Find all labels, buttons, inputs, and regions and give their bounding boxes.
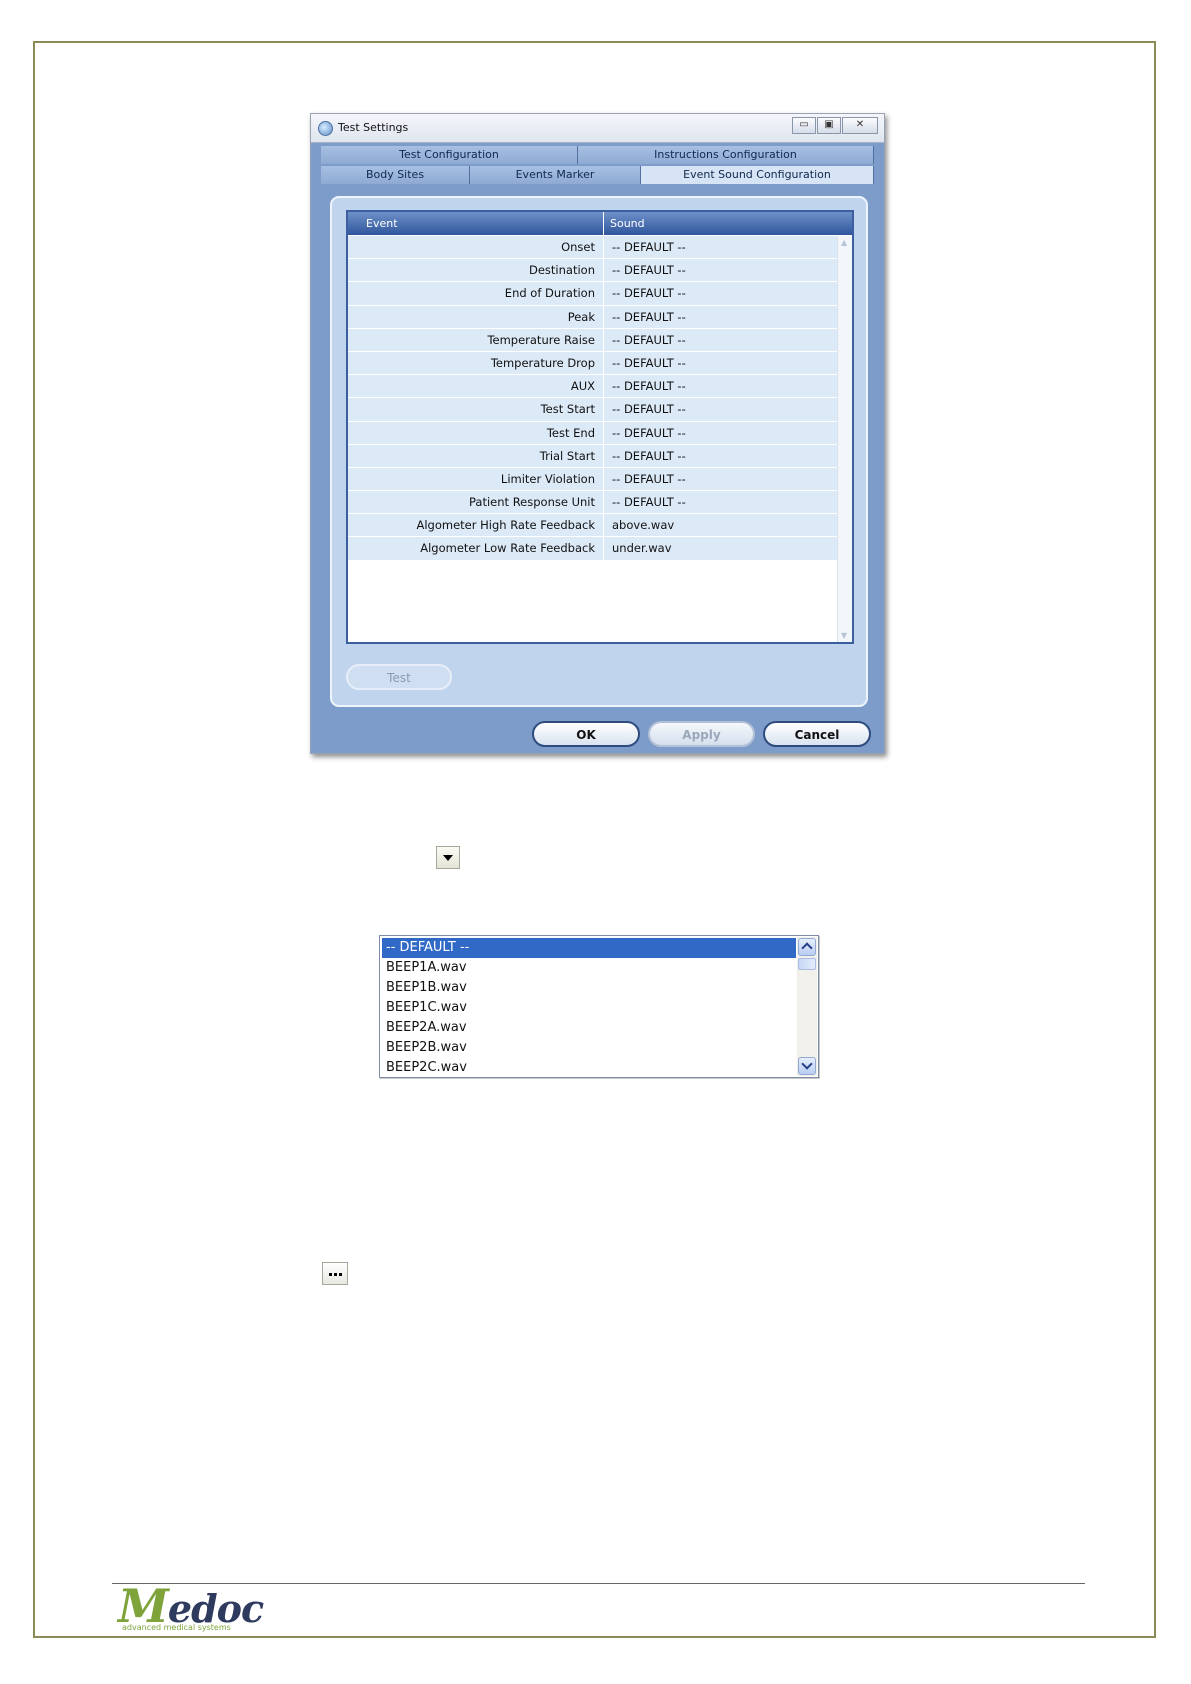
list-scroll-thumb[interactable] — [798, 958, 816, 970]
minimize-icon[interactable]: ▭ — [792, 117, 816, 134]
cancel-button[interactable]: Cancel — [763, 721, 871, 747]
table-row[interactable]: Test End -- DEFAULT -- — [348, 421, 840, 445]
grid-scrollbar[interactable]: ▲ ▼ — [837, 236, 852, 642]
event-cell: Destination — [348, 259, 604, 282]
window-controls: ▭ ▣ ✕ — [791, 117, 878, 134]
tab-instructions-configuration[interactable]: Instructions Configuration — [578, 146, 874, 164]
event-cell: AUX — [348, 375, 604, 398]
table-row[interactable]: Algometer Low Rate Feedback under.wav — [348, 537, 840, 561]
column-header-sound[interactable]: Sound — [604, 212, 852, 235]
list-item[interactable]: BEEP1C.wav — [382, 998, 796, 1018]
table-row[interactable]: Test Start -- DEFAULT -- — [348, 398, 840, 422]
tab-test-configuration[interactable]: Test Configuration — [321, 146, 578, 164]
table-row[interactable]: Destination -- DEFAULT -- — [348, 259, 840, 283]
table-row[interactable]: Patient Response Unit -- DEFAULT -- — [348, 491, 840, 515]
sound-list-box[interactable]: -- DEFAULT -- BEEP1A.wav BEEP1B.wav BEEP1C.… — [379, 935, 819, 1078]
sound-cell[interactable]: -- DEFAULT -- — [604, 282, 840, 304]
event-cell: End of Duration — [348, 282, 604, 305]
table-row[interactable]: Trial Start -- DEFAULT -- — [348, 444, 840, 468]
event-cell: Patient Response Unit — [348, 491, 604, 514]
title-bar[interactable]: Test Settings ▭ ▣ ✕ — [311, 114, 884, 143]
grid-body: Onset -- DEFAULT -- Destination -- DEFAULT … — [348, 236, 840, 561]
list-item[interactable]: -- DEFAULT -- — [382, 938, 796, 958]
event-cell: Temperature Drop — [348, 351, 604, 375]
window-title: Test Settings — [338, 121, 409, 134]
sound-cell[interactable]: -- DEFAULT -- — [604, 491, 840, 513]
event-cell: Test End — [348, 421, 604, 444]
tab-body-sites[interactable]: Body Sites — [321, 166, 470, 184]
table-row[interactable]: Limiter Violation -- DEFAULT -- — [348, 467, 840, 492]
event-cell: Test Start — [348, 398, 604, 421]
event-cell: Algometer High Rate Feedback — [348, 514, 604, 537]
maximize-icon[interactable]: ▣ — [817, 117, 841, 134]
sound-cell[interactable]: -- DEFAULT -- — [604, 398, 840, 420]
app-icon — [318, 121, 333, 136]
close-icon[interactable]: ✕ — [842, 117, 878, 134]
dropdown-arrow-icon[interactable] — [436, 846, 460, 869]
scroll-down-icon[interactable]: ▼ — [841, 631, 847, 640]
list-item[interactable]: BEEP1A.wav — [382, 958, 796, 978]
medoc-logo: Medoc advanced medical systems — [116, 1583, 264, 1632]
table-row[interactable]: Temperature Drop -- DEFAULT -- — [348, 351, 840, 376]
table-row[interactable]: Algometer High Rate Feedback above.wav — [348, 514, 840, 538]
table-row[interactable]: End of Duration -- DEFAULT -- — [348, 282, 840, 306]
test-button[interactable]: Test — [346, 664, 452, 690]
sound-cell[interactable]: above.wav — [604, 514, 840, 536]
sound-cell[interactable]: -- DEFAULT -- — [604, 329, 840, 351]
sound-cell[interactable]: -- DEFAULT -- — [604, 352, 840, 374]
sound-cell[interactable]: -- DEFAULT -- — [604, 375, 840, 397]
grid-header: Event Sound — [348, 212, 852, 235]
sound-cell[interactable]: -- DEFAULT -- — [604, 468, 840, 490]
list-scroll-down-icon[interactable] — [798, 1057, 816, 1075]
ellipsis-icon[interactable] — [322, 1262, 348, 1285]
event-cell: Trial Start — [348, 444, 604, 467]
list-item[interactable]: BEEP2A.wav — [382, 1018, 796, 1038]
event-cell: Algometer Low Rate Feedback — [348, 537, 604, 560]
list-scrollbar[interactable] — [797, 937, 817, 1076]
list-item[interactable]: BEEP2B.wav — [382, 1038, 796, 1058]
sound-cell[interactable]: -- DEFAULT -- — [604, 445, 840, 467]
test-settings-window: Test Settings ▭ ▣ ✕ Test Configuration I… — [310, 113, 885, 754]
table-row[interactable]: AUX -- DEFAULT -- — [348, 375, 840, 399]
event-cell: Peak — [348, 305, 604, 328]
sound-cell[interactable]: -- DEFAULT -- — [604, 259, 840, 281]
event-cell: Onset — [348, 236, 604, 259]
event-cell: Temperature Raise — [348, 328, 604, 351]
event-cell: Limiter Violation — [348, 467, 604, 491]
tab-row-2: Body Sites Events Marker Event Sound Con… — [321, 166, 874, 184]
sound-list-items: -- DEFAULT -- BEEP1A.wav BEEP1B.wav BEEP1C.… — [382, 938, 796, 1078]
ok-button[interactable]: OK — [532, 721, 640, 747]
event-sound-grid: Event Sound Onset -- DEFAULT -- Destinatio… — [346, 210, 854, 644]
tab-event-sound-configuration[interactable]: Event Sound Configuration — [641, 166, 874, 184]
table-row[interactable]: Peak -- DEFAULT -- — [348, 305, 840, 329]
logo-subtitle: advanced medical systems — [122, 1623, 231, 1632]
sound-cell[interactable]: -- DEFAULT -- — [604, 422, 840, 444]
list-scroll-up-icon[interactable] — [798, 938, 816, 956]
tab-row-1: Test Configuration Instructions Configur… — [321, 146, 874, 164]
scroll-up-icon[interactable]: ▲ — [841, 238, 847, 247]
list-item[interactable]: BEEP1B.wav — [382, 978, 796, 998]
column-header-event[interactable]: Event — [348, 212, 604, 235]
sound-cell[interactable]: -- DEFAULT -- — [604, 236, 840, 258]
list-item[interactable]: BEEP2C.wav — [382, 1058, 796, 1078]
sound-cell[interactable]: -- DEFAULT -- — [604, 306, 840, 328]
tab-events-marker[interactable]: Events Marker — [470, 166, 641, 184]
apply-button[interactable]: Apply — [648, 721, 755, 747]
sound-cell[interactable]: under.wav — [604, 537, 840, 559]
table-row[interactable]: Onset -- DEFAULT -- — [348, 236, 840, 260]
table-row[interactable]: Temperature Raise -- DEFAULT -- — [348, 328, 840, 352]
